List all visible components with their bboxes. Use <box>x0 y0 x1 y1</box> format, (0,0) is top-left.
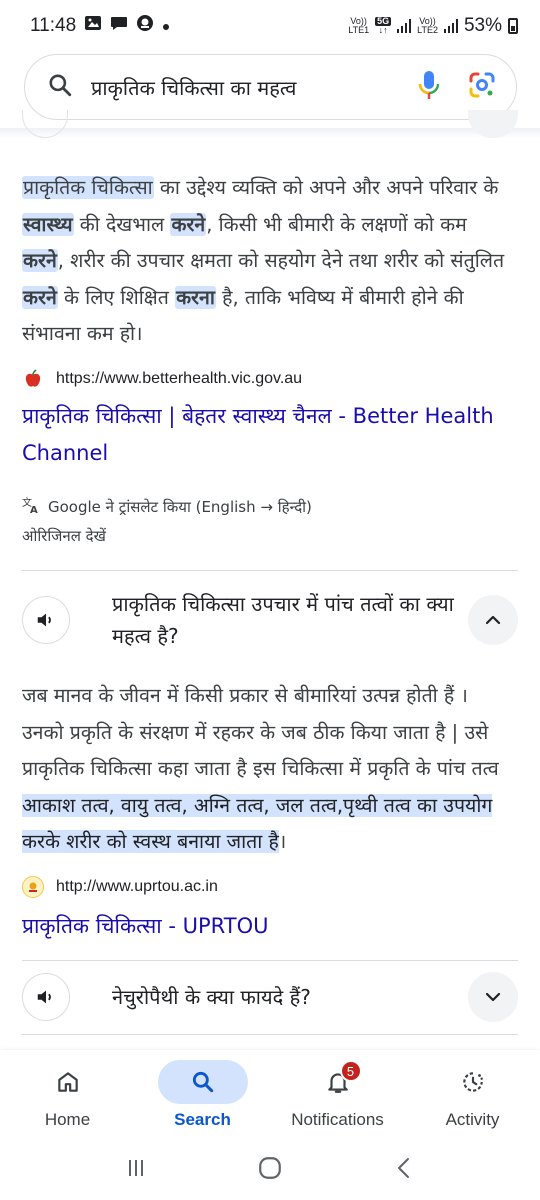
scroll-shadow <box>0 128 540 138</box>
battery-icon <box>508 18 518 34</box>
result-url: http://www.uprtou.ac.in <box>56 878 218 895</box>
recent-apps-icon[interactable] <box>124 1156 148 1184</box>
chevron-up-icon <box>485 615 501 625</box>
search-input[interactable]: प्राकृतिक चिकित्सा का महत्व <box>91 74 418 101</box>
faq-item[interactable]: प्राकृतिक चिकित्सा उपचार में पांच तत्वों… <box>22 588 518 652</box>
network-type-indicator: 5G ↓↑ <box>375 16 392 35</box>
collapse-button[interactable] <box>468 595 518 645</box>
signal-icon-2 <box>443 19 458 33</box>
nav-search[interactable]: Search <box>135 1050 270 1140</box>
search-icon <box>47 72 73 102</box>
gallery-notification-icon <box>84 14 102 38</box>
status-bar: 11:48 Vo)) LTE1 5G ↓↑ Vo)) LTE2 53% <box>0 0 540 52</box>
battery-percent: 53% <box>463 15 502 36</box>
read-aloud-button[interactable] <box>22 596 70 644</box>
search-icon <box>192 1071 213 1093</box>
translate-note: 文A Google ने ट्रांसलेट किया (English → ह… <box>22 496 312 518</box>
faq-question[interactable]: नेचुरोपैथी के क्या फायदे हैं? <box>112 981 468 1013</box>
nav-activity-label: Activity <box>445 1110 500 1129</box>
signal-icon <box>397 19 412 33</box>
nav-search-label: Search <box>174 1110 231 1129</box>
message-notification-icon <box>110 14 128 38</box>
google-lens-icon[interactable] <box>468 71 496 103</box>
divider <box>22 570 518 571</box>
app-notification-icon <box>136 14 154 38</box>
microphone-icon[interactable] <box>418 70 440 104</box>
faq-answer-text: जब मानव के जीवन में किसी प्रकार से बीमार… <box>22 684 499 853</box>
nav-home-label: Home <box>44 1110 91 1129</box>
more-notifications-dot-icon <box>162 15 170 37</box>
faq-question[interactable]: प्राकृतिक चिकित्सा उपचार में पांच तत्वों… <box>112 588 468 652</box>
nav-notifications[interactable]: 5 Notifications <box>270 1050 405 1140</box>
activity-icon <box>462 1072 483 1092</box>
view-original-link[interactable]: ओरिजिनल देखें <box>22 526 106 546</box>
result-title-link[interactable]: प्राकृतिक चिकित्सा | बेहतर स्वास्थ्य चैन… <box>22 398 516 472</box>
svg-text:A: A <box>30 505 38 514</box>
result-url: https://www.betterhealth.vic.gov.au <box>56 370 303 387</box>
bottom-navigation: Home Search 5 Notifications Activity <box>0 1050 540 1140</box>
sim1-indicator: Vo)) LTE1 <box>348 16 370 35</box>
featured-snippet-text: प्राकृतिक चिकित्सा का उद्देश्य व्यक्ति क… <box>22 176 505 345</box>
divider <box>22 1034 518 1035</box>
home-button-icon[interactable] <box>257 1155 283 1185</box>
read-aloud-button[interactable] <box>22 973 70 1021</box>
result-title-link[interactable]: प्राकृतिक चिकित्सा - UPRTOU <box>22 908 516 945</box>
nav-activity[interactable]: Activity <box>405 1050 540 1140</box>
home-icon <box>57 1072 78 1092</box>
search-bar[interactable]: प्राकृतिक चिकित्सा का महत्व <box>24 54 517 120</box>
expand-button[interactable] <box>468 972 518 1022</box>
nav-notifications-label: Notifications <box>291 1110 384 1129</box>
translate-note-text: Google ने ट्रांसलेट किया (English → हिन्… <box>48 498 312 516</box>
faq-item[interactable]: नेचुरोपैथी के क्या फायदे हैं? <box>22 972 518 1022</box>
notification-count-badge: 5 <box>339 1060 362 1082</box>
divider <box>22 960 518 961</box>
speaker-icon <box>37 990 51 1004</box>
translate-icon: 文A <box>22 496 40 518</box>
sim2-indicator: Vo)) LTE2 <box>417 16 438 35</box>
apple-favicon-icon <box>22 368 44 390</box>
faq-answer-source[interactable]: http://www.uprtou.ac.in <box>22 876 218 898</box>
speaker-icon <box>37 613 51 627</box>
system-navigation-bar <box>0 1140 540 1200</box>
university-favicon-icon <box>22 876 44 898</box>
result-source[interactable]: https://www.betterhealth.vic.gov.au <box>22 368 302 390</box>
clock: 11:48 <box>30 15 77 36</box>
nav-home[interactable]: Home <box>0 1050 135 1140</box>
chevron-down-icon <box>485 992 501 1002</box>
back-icon[interactable] <box>392 1156 416 1184</box>
